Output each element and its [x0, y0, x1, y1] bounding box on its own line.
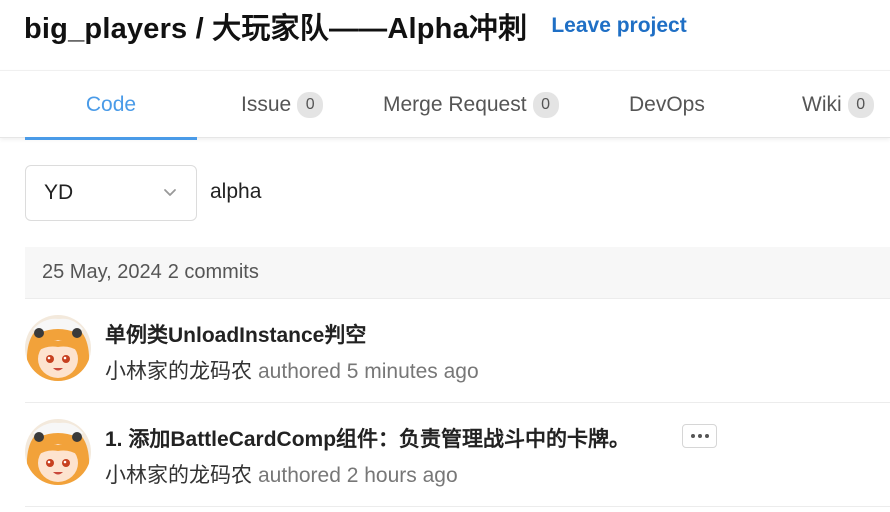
- tab-issue-count-badge: 0: [297, 92, 324, 118]
- expand-message-button[interactable]: [682, 424, 717, 448]
- active-tab-indicator: [25, 137, 197, 140]
- tab-merge-request-count-badge: 0: [532, 92, 559, 118]
- tab-devops[interactable]: DevOps: [629, 71, 705, 139]
- commit-time: authored 5 minutes ago: [258, 360, 479, 383]
- branch-select-value: YD: [44, 181, 74, 204]
- tab-code-label: Code: [85, 93, 137, 116]
- tab-code[interactable]: Code: [25, 71, 197, 140]
- commit-time: authored 2 hours ago: [258, 464, 458, 487]
- tab-devops-label: DevOps: [629, 93, 705, 116]
- tab-wiki[interactable]: Wiki 0: [802, 71, 874, 139]
- page-header: big_players / 大玩家队——Alpha冲刺 Leave projec…: [24, 4, 687, 48]
- leave-project-link[interactable]: Leave project: [551, 14, 686, 38]
- commit-message[interactable]: 单例类UnloadInstance判空: [105, 319, 366, 349]
- project-tab-bar: Code Issue 0 Merge Request 0 DevOps Wiki…: [0, 70, 890, 140]
- project-title: big_players / 大玩家队——Alpha冲刺: [24, 13, 528, 45]
- commit-group-date: 25 May, 2024: [42, 261, 162, 283]
- tab-issue-label: Issue: [241, 93, 292, 116]
- ellipsis-icon: [690, 434, 695, 438]
- tab-wiki-label: Wiki: [802, 93, 842, 116]
- commit-meta: 小林家的龙码农 authored 2 hours ago: [105, 459, 458, 489]
- commit-row: 1. 添加BattleCardComp组件：负责管理战斗中的卡牌。 小林家的龙码…: [25, 403, 890, 507]
- tab-merge-request[interactable]: Merge Request 0: [383, 71, 559, 139]
- commit-meta: 小林家的龙码农 authored 5 minutes ago: [105, 355, 479, 385]
- chevron-down-icon: [164, 189, 176, 196]
- path-breadcrumb[interactable]: alpha: [210, 180, 261, 204]
- branch-select[interactable]: YD: [25, 165, 197, 221]
- avatar[interactable]: [25, 419, 91, 485]
- commit-author[interactable]: 小林家的龙码农: [105, 464, 252, 487]
- commit-author[interactable]: 小林家的龙码农: [105, 360, 252, 383]
- commit-group-header: 25 May, 2024 2 commits: [25, 247, 890, 299]
- commit-message[interactable]: 1. 添加BattleCardComp组件：负责管理战斗中的卡牌。: [105, 423, 630, 453]
- commit-group-count: 2 commits: [167, 261, 259, 283]
- tab-merge-request-label: Merge Request: [383, 93, 527, 116]
- avatar[interactable]: [25, 315, 91, 381]
- tab-issue[interactable]: Issue 0: [241, 71, 324, 139]
- commit-row: 单例类UnloadInstance判空 小林家的龙码农 authored 5 mi…: [25, 299, 890, 403]
- tab-wiki-count-badge: 0: [847, 92, 874, 118]
